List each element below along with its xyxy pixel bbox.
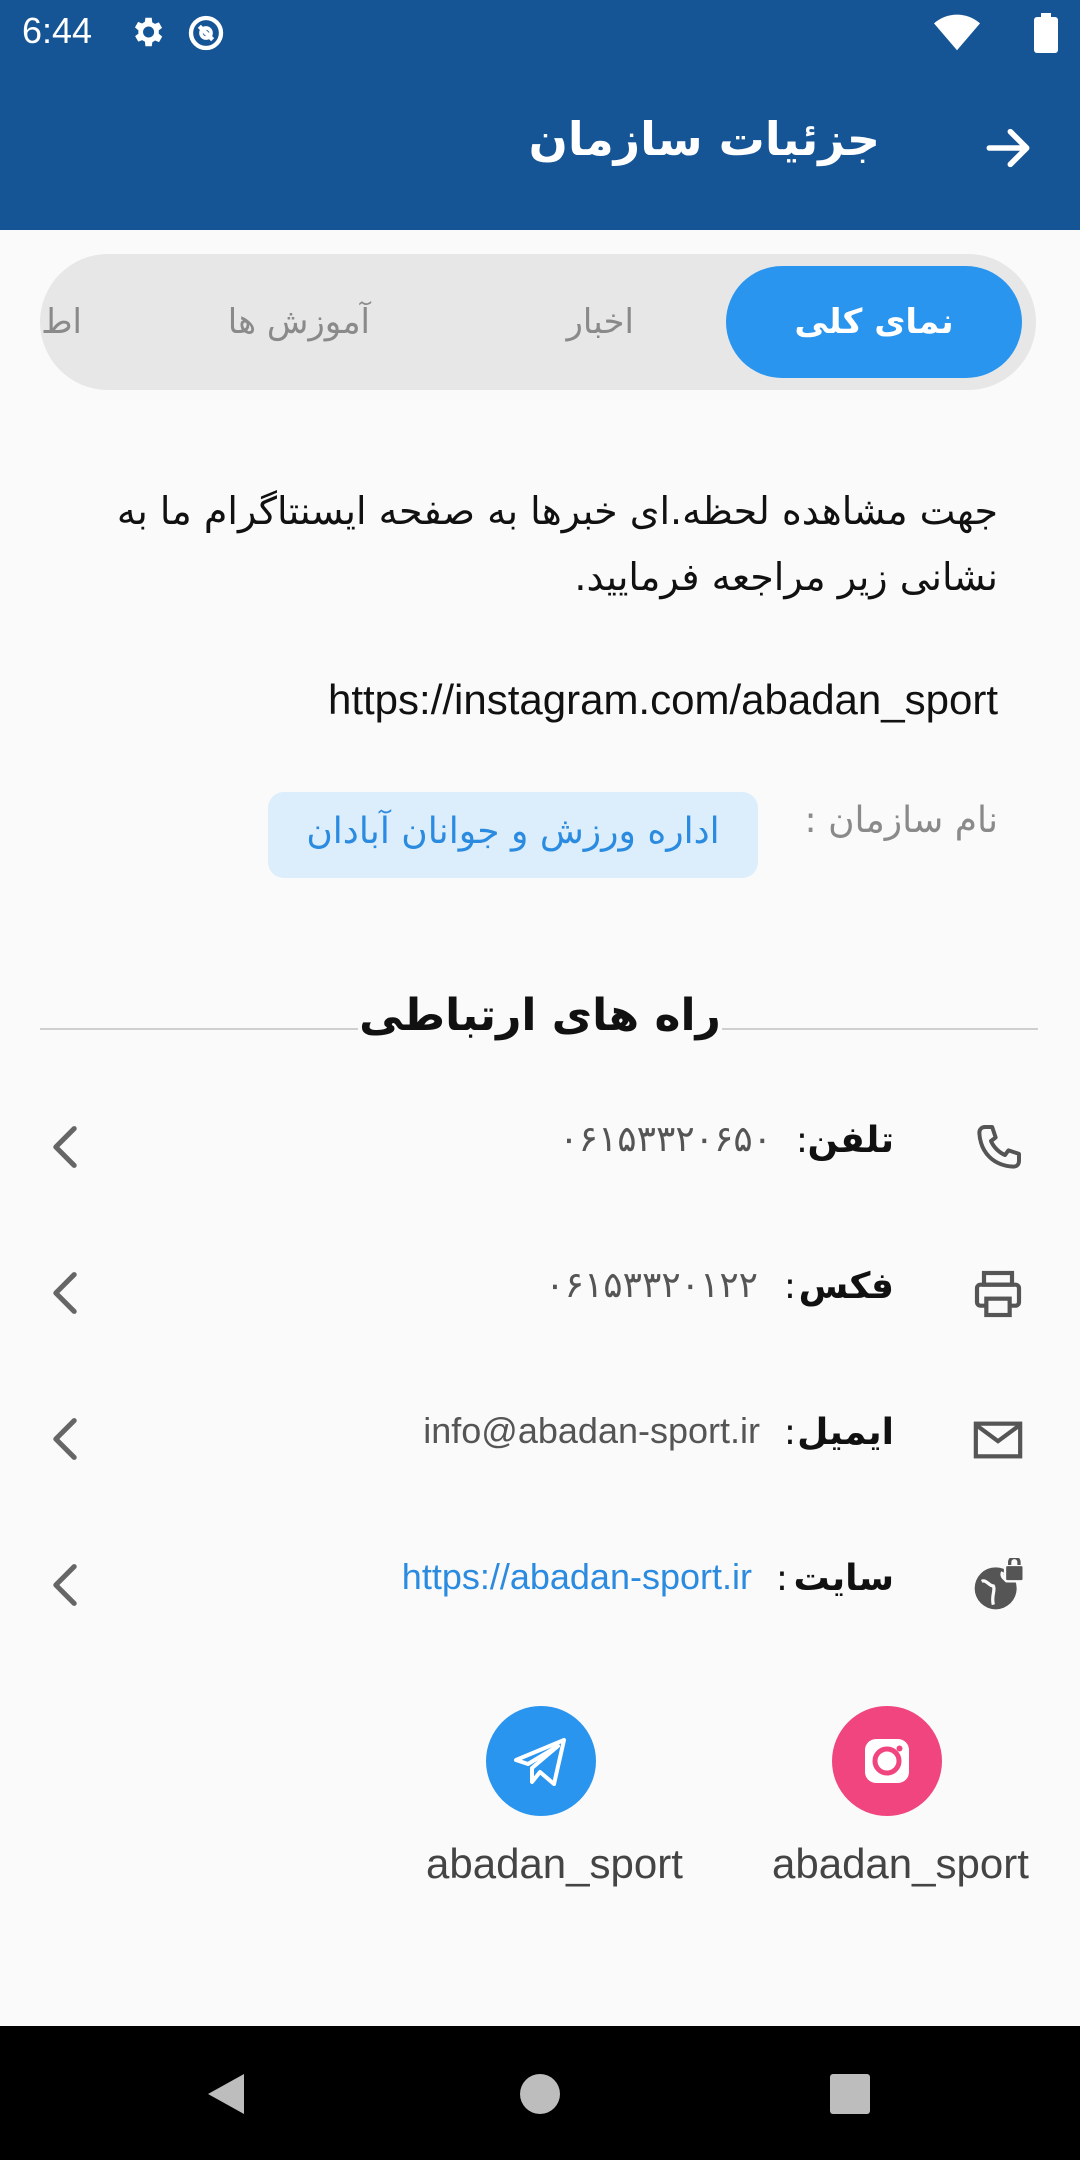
- email-value: info@abadan-sport.ir: [423, 1410, 760, 1451]
- battery-icon: [1034, 13, 1058, 53]
- contact-section-title: راه های ارتباطی: [359, 990, 721, 1041]
- contact-colon: :: [783, 1412, 796, 1453]
- social-telegram[interactable]: abadan_sport: [426, 1706, 683, 1888]
- settings-icon: [134, 17, 163, 47]
- tab-news[interactable]: اخبار: [566, 254, 634, 390]
- telegram-icon: [514, 1738, 566, 1786]
- globe-lock-icon: [974, 1558, 1025, 1610]
- contact-row-website[interactable]: سایت : https://abadan-sport.ir: [0, 1524, 1080, 1644]
- org-name-label: نام سازمان :: [804, 800, 999, 841]
- contact-row-email[interactable]: ایمیل : info@abadan-sport.ir: [0, 1378, 1080, 1498]
- chevron-left-icon: [53, 1418, 77, 1460]
- data-saver-icon: [188, 15, 224, 51]
- contact-row-fax[interactable]: فکس : ۰۶۱۵۳۳۲۰۱۲۲: [0, 1232, 1080, 1352]
- chevron-left-icon: [53, 1126, 77, 1168]
- social-instagram[interactable]: abadan_sport: [772, 1706, 1029, 1888]
- telegram-handle: abadan_sport: [426, 1840, 683, 1887]
- org-name-chip: اداره ورزش و جوانان آبادان: [268, 792, 758, 878]
- tab-bar: نمای کلی اخبار آموزش ها اط: [40, 254, 1036, 390]
- app-bar: جزئیات سازمان: [0, 66, 1080, 230]
- chevron-left-icon: [53, 1564, 77, 1606]
- contact-label: تلفن: [807, 1120, 894, 1161]
- telegram-button[interactable]: [486, 1706, 596, 1816]
- status-time: 6:44: [22, 10, 93, 51]
- contact-label: ایمیل: [797, 1412, 894, 1453]
- instagram-icon: [865, 1739, 909, 1783]
- contact-colon: :: [795, 1120, 808, 1161]
- overview-description: جهت مشاهده لحظه.ای خبرها به صفحه ایسنتاگ…: [116, 489, 998, 599]
- wifi-icon: [934, 14, 980, 51]
- tab-training[interactable]: آموزش ها: [228, 254, 370, 390]
- contact-label: فکس: [798, 1266, 894, 1307]
- page-title: جزئیات سازمان: [528, 112, 880, 166]
- instagram-handle: abadan_sport: [772, 1840, 1029, 1887]
- contact-label: سایت: [793, 1558, 894, 1599]
- status-bar: 6:44: [0, 0, 1080, 66]
- nav-home-icon[interactable]: [518, 2072, 562, 2116]
- nav-recents-icon[interactable]: [828, 2072, 872, 2116]
- contact-colon: :: [783, 1266, 796, 1307]
- contact-colon: :: [775, 1558, 788, 1599]
- chevron-left-icon: [53, 1272, 77, 1314]
- printer-icon: [974, 1270, 1022, 1318]
- instagram-url[interactable]: https://instagram.com/abadan_sport: [328, 676, 998, 724]
- fax-value: ۰۶۱۵۳۳۲۰۱۲۲: [545, 1264, 758, 1305]
- back-arrow-icon[interactable]: [980, 120, 1036, 176]
- system-navigation-bar: [0, 2026, 1080, 2160]
- website-value[interactable]: https://abadan-sport.ir: [402, 1556, 752, 1598]
- phone-icon: [977, 1125, 1021, 1169]
- mail-icon: [973, 1421, 1023, 1459]
- tab-partial-next[interactable]: اط: [41, 254, 82, 390]
- tab-overview[interactable]: نمای کلی: [726, 266, 1022, 378]
- instagram-button[interactable]: [832, 1706, 942, 1816]
- nav-back-icon[interactable]: [204, 2070, 248, 2118]
- phone-value: ۰۶۱۵۳۳۲۰۶۵۰: [559, 1118, 772, 1159]
- contact-row-phone[interactable]: تلفن : ۰۶۱۵۳۳۲۰۶۵۰: [0, 1086, 1080, 1206]
